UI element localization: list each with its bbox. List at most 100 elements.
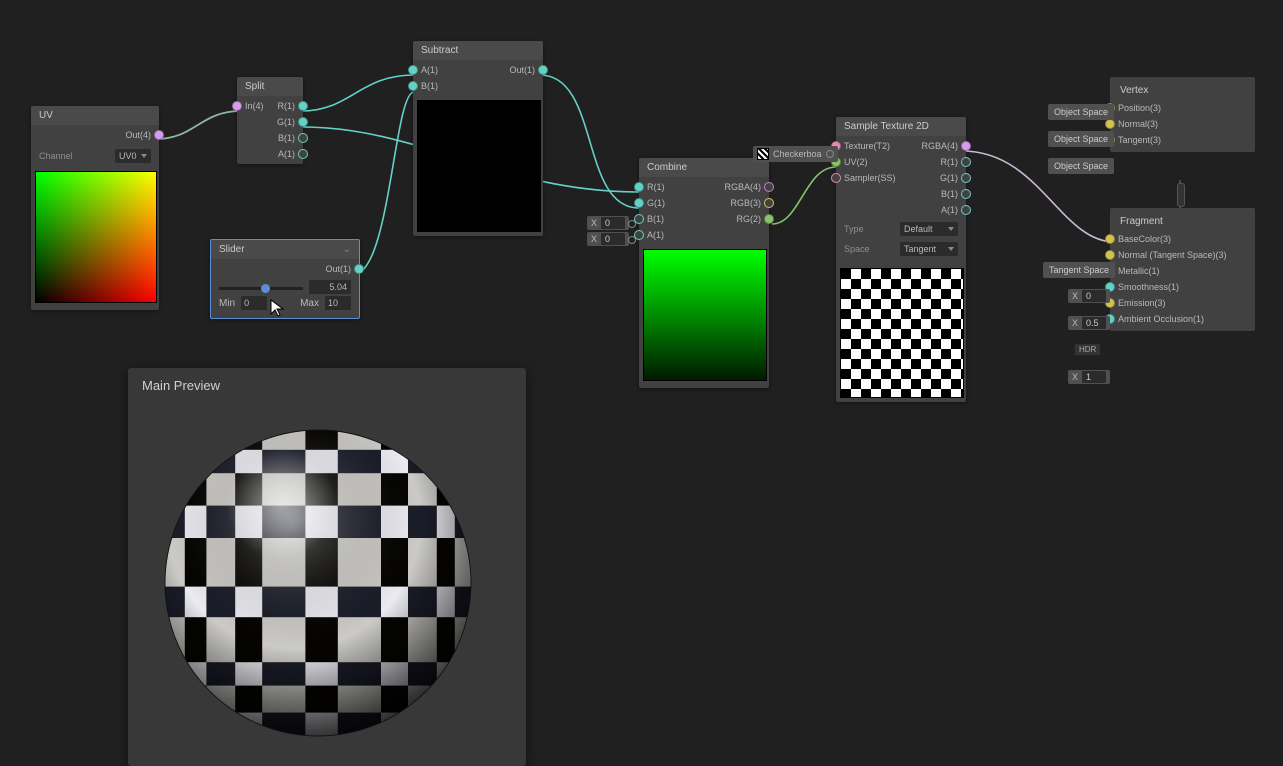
node-sample-title: Sample Texture 2D xyxy=(836,117,966,136)
slider-out-port[interactable] xyxy=(354,264,364,274)
sample-sampler-port[interactable] xyxy=(831,173,841,183)
split-in-label: In(4) xyxy=(245,101,264,111)
subtract-b-label: B(1) xyxy=(421,81,438,91)
uv-out-label: Out(4) xyxy=(125,130,151,140)
sample-g-label: G(1) xyxy=(940,173,958,183)
node-subtract[interactable]: Subtract A(1) Out(1) B(1) xyxy=(413,41,543,236)
checker-icon xyxy=(757,148,769,160)
combine-r-port[interactable] xyxy=(634,182,644,192)
vertex-normal-chip[interactable]: Object Space xyxy=(1048,131,1114,147)
slider-track[interactable] xyxy=(219,287,303,290)
split-g-port[interactable] xyxy=(298,117,308,127)
node-sample-texture-2d[interactable]: Sample Texture 2D Texture(T2) RGBA(4) UV… xyxy=(836,117,966,402)
node-uv-title: UV xyxy=(31,106,159,125)
slider-min-input[interactable] xyxy=(241,296,267,310)
slider-out-label: Out(1) xyxy=(325,264,351,274)
uv-out-port[interactable] xyxy=(154,130,164,140)
subtract-b-port[interactable] xyxy=(408,81,418,91)
frag-smooth-default[interactable]: X0.5 xyxy=(1068,316,1110,330)
frag-normal-port[interactable] xyxy=(1105,250,1115,260)
link-handle[interactable] xyxy=(1177,183,1185,207)
sample-space-dropdown[interactable]: Tangent xyxy=(900,242,958,256)
node-combine-title: Combine xyxy=(639,158,769,177)
slider-min-label: Min xyxy=(219,298,235,309)
sample-space-label: Space xyxy=(844,244,870,254)
split-b-port[interactable] xyxy=(298,133,308,143)
slider-thumb[interactable] xyxy=(261,284,270,293)
frag-base-port[interactable] xyxy=(1105,234,1115,244)
vertex-tangent-chip[interactable]: Object Space xyxy=(1048,158,1114,174)
sample-type-dropdown[interactable]: Default xyxy=(900,222,958,236)
sample-rgba-label: RGBA(4) xyxy=(921,141,958,151)
combine-b-default[interactable]: X0 xyxy=(587,216,629,230)
node-uv[interactable]: UV Out(4) Channel UV0 xyxy=(31,106,159,310)
vertex-normal-port[interactable] xyxy=(1105,119,1115,129)
sample-a-label: A(1) xyxy=(941,205,958,215)
uv-channel-label: Channel xyxy=(39,151,73,161)
combine-g-label: G(1) xyxy=(647,198,665,208)
frag-base-label: BaseColor(3) xyxy=(1118,234,1171,244)
combine-rgba-port[interactable] xyxy=(764,182,774,192)
sample-a-port[interactable] xyxy=(961,205,971,215)
sample-r-label: R(1) xyxy=(941,157,959,167)
combine-b-label: B(1) xyxy=(647,214,664,224)
slider-max-label: Max xyxy=(300,298,319,309)
sample-tex-label: Texture(T2) xyxy=(844,141,890,151)
sample-sampler-label: Sampler(SS) xyxy=(844,173,896,183)
sample-r-port[interactable] xyxy=(961,157,971,167)
subtract-out-label: Out(1) xyxy=(509,65,535,75)
frag-smooth-label: Smoothness(1) xyxy=(1118,282,1179,292)
split-r-label: R(1) xyxy=(278,101,296,111)
split-b-label: B(1) xyxy=(278,133,295,143)
vertex-title: Vertex xyxy=(1110,81,1255,100)
subtract-a-label: A(1) xyxy=(421,65,438,75)
split-in-port[interactable] xyxy=(232,101,242,111)
vertex-tangent-label: Tangent(3) xyxy=(1118,135,1161,145)
node-subtract-title: Subtract xyxy=(413,41,543,60)
combine-rg-port[interactable] xyxy=(764,214,774,224)
sample-g-port[interactable] xyxy=(961,173,971,183)
node-fragment[interactable]: Fragment BaseColor(3) Normal (Tangent Sp… xyxy=(1110,208,1255,331)
frag-normal-chip[interactable]: Tangent Space xyxy=(1043,262,1115,278)
combine-a-default[interactable]: X0 xyxy=(587,232,629,246)
node-vertex[interactable]: Vertex Position(3) Normal(3) Tangent(3) xyxy=(1110,77,1255,152)
sample-b-port[interactable] xyxy=(961,189,971,199)
node-combine[interactable]: Combine R(1) RGBA(4) G(1) RGB(3) B(1) RG… xyxy=(639,158,769,388)
frag-metallic-label: Metallic(1) xyxy=(1118,266,1160,276)
frag-ao-label: Ambient Occlusion(1) xyxy=(1118,314,1204,324)
split-a-label: A(1) xyxy=(278,149,295,159)
combine-g-port[interactable] xyxy=(634,198,644,208)
sample-texture-chip[interactable]: Checkerboa xyxy=(753,146,838,162)
node-slider[interactable]: Slider ⌄ Out(1) Min Max xyxy=(210,239,360,319)
uv-channel-dropdown[interactable]: UV0 xyxy=(115,149,151,163)
frag-emission-label: Emission(3) xyxy=(1118,298,1166,308)
main-preview-panel[interactable]: Main Preview xyxy=(128,368,526,766)
sample-rgba-port[interactable] xyxy=(961,141,971,151)
combine-rgb-label: RGB(3) xyxy=(730,198,761,208)
split-a-port[interactable] xyxy=(298,149,308,159)
combine-a-picker[interactable] xyxy=(628,236,636,244)
node-collapse-icon[interactable]: ⌄ xyxy=(343,244,351,255)
frag-ao-default[interactable]: X1 xyxy=(1068,370,1110,384)
uv-preview xyxy=(35,171,157,303)
combine-b-picker[interactable] xyxy=(628,220,636,228)
fragment-title: Fragment xyxy=(1110,212,1255,231)
slider-value-input[interactable] xyxy=(309,280,351,294)
split-r-port[interactable] xyxy=(298,101,308,111)
slider-max-input[interactable] xyxy=(325,296,351,310)
frag-metallic-default[interactable]: X0 xyxy=(1068,289,1110,303)
sample-type-label: Type xyxy=(844,224,864,234)
combine-r-label: R(1) xyxy=(647,182,665,192)
subtract-out-port[interactable] xyxy=(538,65,548,75)
node-split-title: Split xyxy=(237,77,303,96)
node-split[interactable]: Split In(4) R(1) G(1) B(1) A(1) xyxy=(237,77,303,164)
combine-rgba-label: RGBA(4) xyxy=(724,182,761,192)
combine-rg-label: RG(2) xyxy=(737,214,762,224)
node-slider-title: Slider xyxy=(219,244,245,255)
combine-rgb-port[interactable] xyxy=(764,198,774,208)
frag-emission-hdr[interactable]: HDR xyxy=(1074,343,1101,356)
subtract-a-port[interactable] xyxy=(408,65,418,75)
vertex-pos-chip[interactable]: Object Space xyxy=(1048,104,1114,120)
main-preview-sphere xyxy=(128,403,508,763)
subtract-preview xyxy=(417,100,541,232)
